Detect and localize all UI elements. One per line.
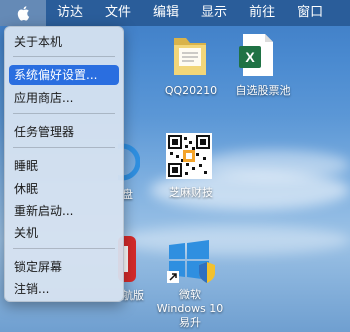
qr-code-icon bbox=[166, 133, 212, 179]
desktop-label-folder: QQ20210 bbox=[164, 84, 218, 97]
desktop-label-windows: 微软 Windows 10 易升 bbox=[156, 288, 224, 329]
menu-separator bbox=[13, 248, 115, 249]
desktop-icon-qr[interactable] bbox=[166, 133, 212, 179]
desktop-label-excel: 自选股票池 bbox=[235, 84, 291, 97]
menu-separator bbox=[13, 113, 115, 114]
menu-separator bbox=[13, 147, 115, 148]
desktop-icon-excel[interactable]: X bbox=[237, 32, 277, 78]
menu-file[interactable]: 文件 bbox=[94, 0, 142, 26]
menu-go[interactable]: 前往 bbox=[238, 0, 286, 26]
desktop-icon-folder[interactable] bbox=[170, 32, 210, 78]
menu-item-app-store[interactable]: 应用商店... bbox=[9, 88, 119, 108]
desktop-label-qr: 芝麻财技 bbox=[169, 186, 213, 199]
menu-finder[interactable]: 访达 bbox=[46, 0, 94, 26]
apple-icon bbox=[17, 6, 30, 21]
menu-bar: 访达 文件 编辑 显示 前往 窗口 bbox=[0, 0, 350, 26]
menu-window[interactable]: 窗口 bbox=[286, 0, 334, 26]
desktop-icon-windows[interactable] bbox=[167, 239, 215, 283]
apple-menu-dropdown: 关于本机 系统偏好设置... 应用商店... 任务管理器 睡眠 休眠 重新启动.… bbox=[4, 26, 124, 302]
desktop-label-partial-2: 航版 bbox=[122, 289, 144, 302]
menu-item-shutdown[interactable]: 关机 bbox=[9, 223, 119, 243]
folder-icon bbox=[174, 38, 206, 75]
menu-item-restart[interactable]: 重新启动... bbox=[9, 201, 119, 221]
menu-item-logout[interactable]: 注销... bbox=[9, 279, 119, 299]
excel-icon: X bbox=[239, 34, 273, 76]
menu-item-task-manager[interactable]: 任务管理器 bbox=[9, 122, 119, 142]
menu-edit[interactable]: 编辑 bbox=[142, 0, 190, 26]
menu-item-hibernate[interactable]: 休眠 bbox=[9, 179, 119, 199]
menu-item-lock-screen[interactable]: 锁定屏幕 bbox=[9, 257, 119, 277]
menu-view[interactable]: 显示 bbox=[190, 0, 238, 26]
menu-item-system-preferences[interactable]: 系统偏好设置... bbox=[9, 65, 119, 85]
menu-separator bbox=[13, 56, 115, 57]
menu-item-sleep[interactable]: 睡眠 bbox=[9, 156, 119, 176]
svg-text:X: X bbox=[245, 49, 255, 65]
menu-item-about[interactable]: 关于本机 bbox=[9, 32, 119, 52]
apple-menu-button[interactable] bbox=[0, 0, 46, 26]
windows-icon bbox=[167, 240, 215, 283]
